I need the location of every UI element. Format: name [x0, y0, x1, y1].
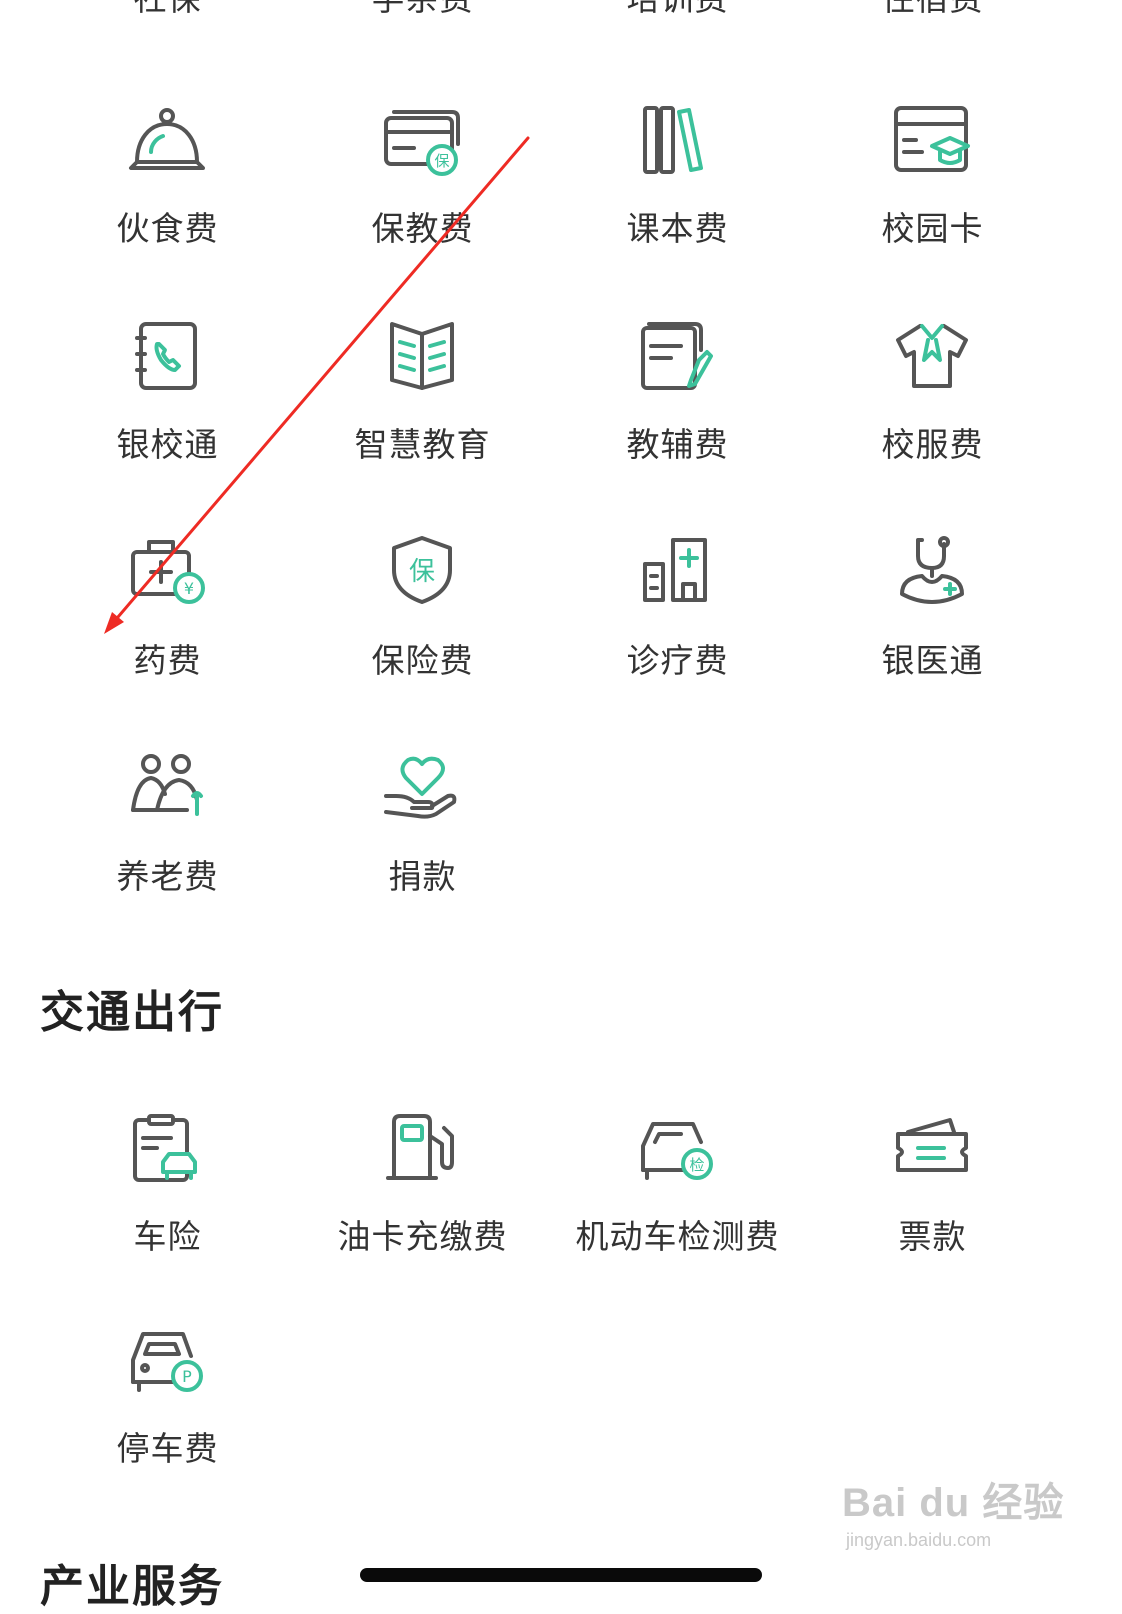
tile-label: 银医通 [881, 641, 984, 680]
tile-label: 油卡充缴费 [337, 1217, 508, 1256]
hospital-icon [637, 534, 717, 614]
tile-fuel-card-topup[interactable]: 油卡充缴费 [295, 1112, 550, 1312]
tile-label: 社保 [40, 0, 295, 20]
tile-label: 教辅费 [626, 425, 729, 464]
education-row-4: 养老费 捐款 [40, 750, 1060, 950]
medicine-kit-icon: ¥ [127, 534, 207, 614]
education-row-1: 伙食费 保 保教费 课本费 校园卡 [40, 104, 1060, 304]
baidu-watermark: Bai du 经验 jingyan.baidu.com [842, 1440, 1072, 1570]
notebook-pen-icon [637, 320, 717, 400]
tile-vehicle-inspection-fee[interactable]: 检 机动车检测费 [550, 1112, 805, 1312]
tile-textbook-fee[interactable]: 课本费 [550, 104, 805, 304]
tile-label: 校服费 [881, 425, 984, 464]
stethoscope-icon [892, 534, 972, 614]
tile-label: 课本费 [626, 209, 729, 248]
section-title-transport: 交通出行 [40, 987, 224, 1038]
phone-book-icon [127, 320, 207, 400]
tile-pension-fee[interactable]: 养老费 [40, 750, 295, 950]
parking-icon: P [127, 1326, 207, 1406]
insurance-shield-icon: 保 [382, 534, 462, 614]
tile-bank-medical-link[interactable]: 银医通 [805, 534, 1060, 734]
tile-insurance-fee[interactable]: 保 保险费 [295, 534, 550, 734]
tile-medicine-fee[interactable]: ¥ 药费 [40, 534, 295, 734]
tile-label: 银校通 [116, 425, 219, 464]
heart-hand-icon [382, 750, 462, 830]
tile-ticket-fee[interactable]: 票款 [805, 1112, 1060, 1312]
tile-label: 捐款 [388, 857, 457, 896]
tile-donation[interactable]: 捐款 [295, 750, 550, 950]
education-row-3: ¥ 药费 保 保险费 诊疗费 银医通 [40, 534, 1060, 734]
books-icon [637, 104, 717, 184]
tile-label: 停车费 [116, 1429, 219, 1468]
tile-label: 智慧教育 [354, 425, 491, 464]
transport-row-1: 车险 油卡充缴费 检 机动车检测费 票款 [40, 1112, 1060, 1312]
svg-text:P: P [182, 1367, 192, 1386]
tile-label: 机动车检测费 [575, 1217, 780, 1256]
section-title-industry-partial: 产业服务 [40, 1561, 224, 1612]
tile-label: 票款 [898, 1217, 967, 1256]
svg-text:¥: ¥ [184, 579, 194, 598]
tile-smart-education[interactable]: 智慧教育 [295, 320, 550, 520]
home-indicator[interactable] [360, 1568, 762, 1582]
tile-teaching-aid-fee[interactable]: 教辅费 [550, 320, 805, 520]
tile-label: 养老费 [116, 857, 219, 896]
watermark-logo: Bai du 经验 [842, 1481, 1065, 1525]
education-row-2: 银校通 智慧教育 教辅费 校服费 [40, 320, 1060, 520]
svg-text:保: 保 [434, 152, 449, 170]
tile-label: 培训费 [550, 0, 805, 20]
tile-uniform-fee[interactable]: 校服费 [805, 320, 1060, 520]
svg-text:检: 检 [689, 1156, 704, 1174]
tile-label: 伙食费 [116, 209, 219, 248]
tile-label: 学杂费 [295, 0, 550, 20]
tile-label: 药费 [133, 641, 202, 680]
watermark-url: jingyan.baidu.com [846, 1530, 992, 1550]
ticket-icon [892, 1112, 972, 1192]
card-shield-icon: 保 [382, 104, 462, 184]
tile-campus-card[interactable]: 校园卡 [805, 104, 1060, 304]
tile-label: 车险 [133, 1217, 202, 1256]
campus-card-icon [892, 104, 972, 184]
tile-childcare-fee[interactable]: 保 保教费 [295, 104, 550, 304]
svg-text:保: 保 [409, 557, 435, 587]
tile-bank-school-link[interactable]: 银校通 [40, 320, 295, 520]
cloche-icon [127, 104, 207, 184]
car-insurance-icon [127, 1112, 207, 1192]
open-book-icon [382, 320, 462, 400]
tile-label: 保险费 [371, 641, 474, 680]
uniform-shirt-icon [892, 320, 972, 400]
tile-car-insurance[interactable]: 车险 [40, 1112, 295, 1312]
tile-parking-fee[interactable]: P 停车费 [40, 1326, 295, 1526]
tile-label: 校园卡 [881, 209, 984, 248]
tile-label: 保教费 [371, 209, 474, 248]
elderly-couple-icon [127, 750, 207, 830]
tile-meal-fee[interactable]: 伙食费 [40, 104, 295, 304]
tile-label: 住宿费 [805, 0, 1060, 20]
car-inspection-icon: 检 [637, 1112, 717, 1192]
tile-label: 诊疗费 [626, 641, 729, 680]
fuel-pump-icon [382, 1112, 462, 1192]
tile-clinic-fee[interactable]: 诊疗费 [550, 534, 805, 734]
